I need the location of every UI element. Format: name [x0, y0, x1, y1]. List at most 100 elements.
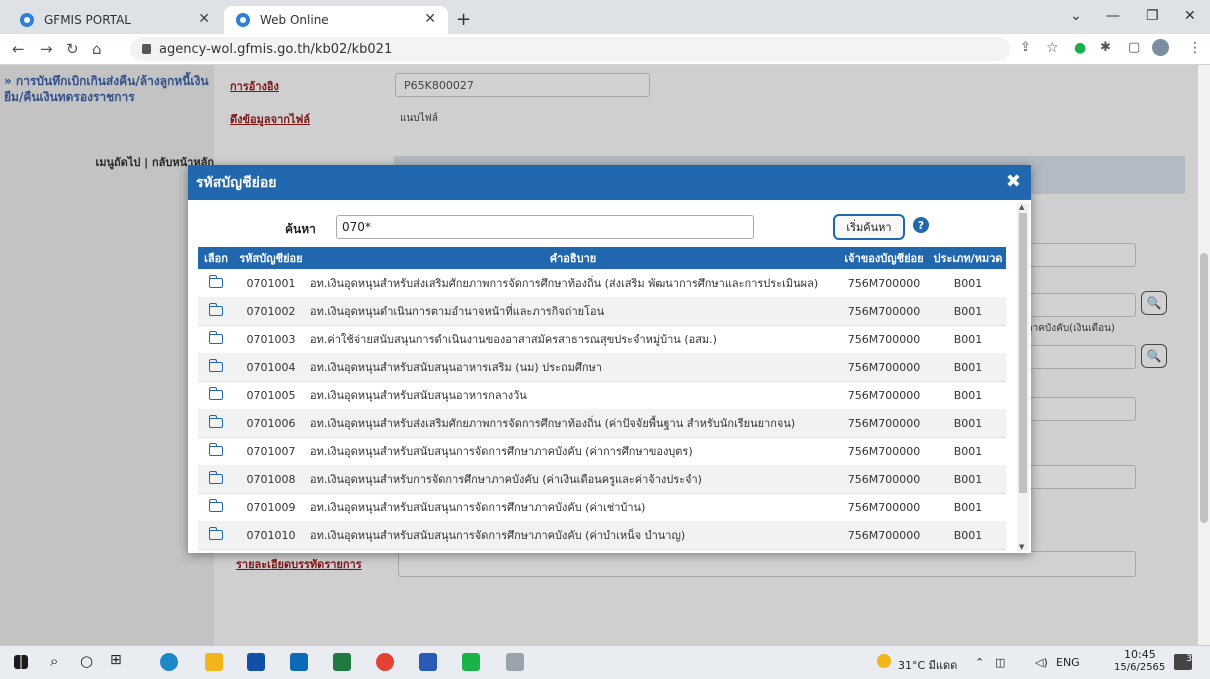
table-row[interactable]: 0701003 อท.ค่าใช้จ่ายสนับสนุนการดำเนินงาน…	[198, 325, 1006, 354]
url-text: agency-wol.gfmis.go.th/kb02/kb021	[159, 41, 393, 57]
extensions-puzzle-icon[interactable]: ✱	[1100, 40, 1111, 55]
description-cell: อท.ค่าใช้จ่ายสนับสนุนการดำเนินงานของอาสา…	[310, 333, 717, 346]
type-cell: B001	[930, 549, 1006, 553]
select-icon-cell[interactable]	[198, 465, 234, 493]
profile-avatar[interactable]	[1152, 39, 1169, 56]
select-icon-cell[interactable]	[198, 409, 234, 437]
select-icon-cell[interactable]	[198, 549, 234, 553]
bookmark-star-icon[interactable]: ☆	[1046, 40, 1059, 56]
folder-icon[interactable]	[208, 415, 223, 428]
task-view-icon[interactable]: ⊞	[110, 652, 122, 668]
forward-icon[interactable]: →	[40, 40, 53, 58]
volume-icon[interactable]: ◁)	[1035, 656, 1048, 669]
dialog-scrollbar[interactable]: ▲ ▼	[1017, 203, 1029, 551]
minimize-button[interactable]: —	[1106, 8, 1120, 24]
table-row[interactable]: 0701011อท.เงินอุดหนุนสำหรับสนับสนุนการถ่…	[198, 549, 1006, 553]
help-icon[interactable]: ?	[913, 217, 929, 233]
folder-icon[interactable]	[208, 527, 223, 540]
code-cell: 0701001	[246, 276, 296, 290]
clock-date[interactable]: 15/6/2565	[1114, 662, 1165, 673]
folder-icon[interactable]	[208, 387, 223, 400]
weather-icon[interactable]	[877, 654, 891, 668]
start-search-button[interactable]: เริ่มค้นหา	[833, 214, 905, 240]
description-cell: อท.เงินอุดหนุนสำหรับส่งเสริมศักยภาพการจั…	[310, 417, 796, 430]
close-window-button[interactable]: ✕	[1184, 8, 1196, 24]
menu-kebab-icon[interactable]: ⋮	[1188, 40, 1202, 56]
select-icon-cell[interactable]	[198, 353, 234, 381]
folder-icon[interactable]	[208, 331, 223, 344]
network-icon[interactable]: ◫	[995, 656, 1005, 669]
folder-icon[interactable]	[208, 471, 223, 484]
chrome-icon[interactable]	[376, 653, 394, 671]
code-cell: 0701005	[246, 388, 296, 402]
tab-gfmis-portal[interactable]: GFMIS PORTAL ✕	[8, 6, 222, 34]
scrollbar-thumb[interactable]	[1200, 253, 1208, 523]
table-row[interactable]: 0701004 อท.เงินอุดหนุนสำหรับสนับสนุนอาหาร…	[198, 353, 1006, 382]
owner-cell: 756M700000	[847, 304, 921, 318]
excel-icon[interactable]	[333, 653, 351, 671]
clock-time[interactable]: 10:45	[1124, 648, 1156, 661]
scroll-down-icon[interactable]: ▼	[1019, 543, 1024, 551]
weather-text[interactable]: 31°C มีแดด	[898, 656, 957, 674]
select-icon-cell[interactable]	[198, 325, 234, 353]
page-scrollbar[interactable]	[1198, 65, 1210, 645]
select-icon-cell[interactable]	[198, 297, 234, 325]
type-cell: B001	[953, 444, 983, 458]
type-cell: B001	[953, 472, 983, 486]
search-input[interactable]: 070*	[336, 215, 754, 239]
search-label: ค้นหา	[285, 222, 316, 236]
code-cell: 0701011	[234, 549, 308, 553]
tab-web-online[interactable]: Web Online ✕	[224, 6, 448, 34]
notification-icon[interactable]: 3	[1174, 654, 1192, 670]
file-explorer-icon[interactable]	[205, 653, 223, 671]
site-favicon-icon	[20, 13, 34, 27]
edge-icon[interactable]	[160, 653, 178, 671]
url-field[interactable]: agency-wol.gfmis.go.th/kb02/kb021	[130, 37, 1010, 61]
table-row[interactable]: 0701009 อท.เงินอุดหนุนสำหรับสนับสนุนการจั…	[198, 493, 1006, 522]
reload-icon[interactable]: ↻	[66, 40, 79, 58]
mail-icon[interactable]	[290, 653, 308, 671]
folder-icon[interactable]	[208, 443, 223, 456]
restore-button[interactable]: ❐	[1146, 8, 1159, 24]
select-icon-cell[interactable]	[198, 269, 234, 297]
folder-icon[interactable]	[208, 275, 223, 288]
table-row[interactable]: 0701007 อท.เงินอุดหนุนสำหรับสนับสนุนการจั…	[198, 437, 1006, 466]
calculator-icon[interactable]	[506, 653, 524, 671]
back-icon[interactable]: ←	[12, 40, 25, 58]
close-icon[interactable]: ✖	[1006, 171, 1021, 192]
folder-icon[interactable]	[208, 303, 223, 316]
close-tab-icon[interactable]: ✕	[424, 11, 436, 27]
table-row[interactable]: 0701005 อท.เงินอุดหนุนสำหรับสนับสนุนอาหาร…	[198, 381, 1006, 410]
language-indicator[interactable]: ENG	[1056, 656, 1080, 669]
table-row[interactable]: 0701001 อท.เงินอุดหนุนสำหรับส่งเสริมศักยภ…	[198, 269, 1006, 298]
table-row[interactable]: 0701010 อท.เงินอุดหนุนสำหรับสนับสนุนการจั…	[198, 521, 1006, 550]
start-icon[interactable]	[14, 655, 28, 669]
new-tab-button[interactable]: +	[456, 9, 471, 30]
scroll-up-icon[interactable]: ▲	[1019, 203, 1024, 211]
select-icon-cell[interactable]	[198, 437, 234, 465]
select-icon-cell[interactable]	[198, 493, 234, 521]
code-cell: 0701008	[246, 472, 296, 486]
folder-icon[interactable]	[208, 499, 223, 512]
word-icon[interactable]	[419, 653, 437, 671]
cortana-icon[interactable]: ○	[80, 652, 93, 670]
share-icon[interactable]: ⇪	[1020, 40, 1031, 55]
select-icon-cell[interactable]	[198, 521, 234, 549]
scrollbar-thumb[interactable]	[1019, 213, 1027, 493]
line-icon[interactable]	[462, 653, 480, 671]
code-cell: 0701007	[246, 444, 296, 458]
table-row[interactable]: 0701008 อท.เงินอุดหนุนสำหรับการจัดการศึกษ…	[198, 465, 1006, 494]
site-favicon-icon	[236, 13, 250, 27]
extension-green-icon[interactable]: ●	[1074, 40, 1086, 56]
table-row[interactable]: 0701002 อท.เงินอุดหนุนดำเนินการตามอำนาจหน…	[198, 297, 1006, 326]
home-icon[interactable]: ⌂	[92, 40, 102, 58]
tray-chevron-icon[interactable]: ⌃	[975, 656, 984, 669]
select-icon-cell[interactable]	[198, 381, 234, 409]
close-tab-icon[interactable]: ✕	[198, 11, 210, 27]
folder-icon[interactable]	[208, 359, 223, 372]
search-icon[interactable]: ⌕	[50, 652, 58, 670]
table-row[interactable]: 0701006 อท.เงินอุดหนุนสำหรับส่งเสริมศักยภ…	[198, 409, 1006, 438]
side-panel-icon[interactable]: ▢	[1128, 40, 1140, 55]
tab-search-icon[interactable]: ⌄	[1070, 8, 1082, 24]
store-icon[interactable]	[247, 653, 265, 671]
